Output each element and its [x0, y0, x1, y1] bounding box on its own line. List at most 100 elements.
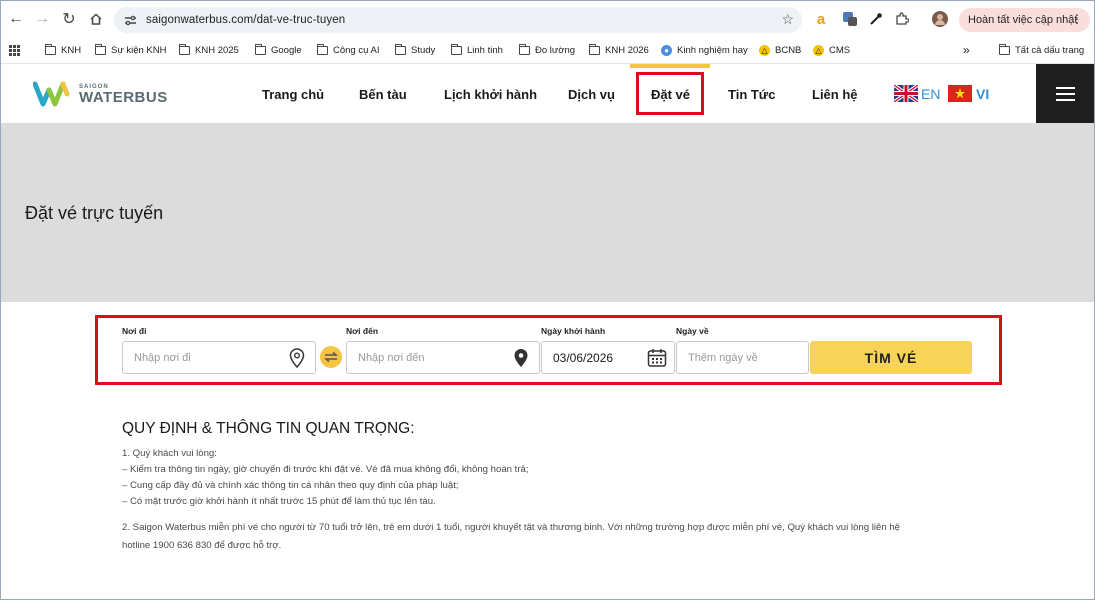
folder-icon — [94, 43, 106, 55]
bookmark-star-icon[interactable]: ☆ — [781, 11, 794, 28]
location-pin-filled-icon — [511, 347, 531, 369]
return-date-input[interactable]: Thêm ngày về — [676, 341, 809, 374]
nav-schedule[interactable]: Lịch khởi hành — [444, 87, 537, 102]
waterbus-logo-icon — [33, 81, 70, 107]
to-placeholder: Nhập nơi đến — [358, 351, 425, 364]
bookmark-site[interactable]: △ BCNB — [759, 40, 801, 60]
depart-date-value: 03/06/2026 — [553, 350, 614, 365]
bookmark-label: Tất cả dấu trang — [1015, 44, 1085, 56]
from-label: Nơi đi — [122, 326, 147, 336]
bookmark-label: KNH 2026 — [605, 44, 649, 56]
extensions-puzzle-icon[interactable] — [893, 10, 911, 28]
nav-contact[interactable]: Liên hệ — [812, 87, 858, 102]
reload-icon[interactable]: ↻ — [56, 6, 82, 32]
folder-icon — [588, 43, 600, 55]
calendar-icon[interactable] — [647, 347, 667, 369]
bookmark-folder[interactable]: Sự kiện KNH — [94, 40, 167, 60]
lang-en-option[interactable]: EN — [894, 85, 940, 102]
bookmark-folder[interactable]: Study — [394, 40, 436, 60]
swap-locations-icon[interactable] — [320, 346, 342, 368]
bookmark-label: Sự kiện KNH — [111, 44, 167, 56]
globe-icon: ● — [661, 44, 672, 56]
to-label: Nơi đến — [346, 326, 379, 336]
return-date-label: Ngày về — [676, 326, 709, 336]
bookmark-label: Đo lường — [535, 44, 576, 56]
apps-grid-icon[interactable] — [9, 40, 20, 60]
bookmark-folder[interactable]: Công cụ AI — [316, 40, 380, 60]
bookmark-label: Linh tinh — [467, 44, 503, 56]
vn-flag-icon — [948, 85, 972, 102]
search-tickets-button[interactable]: TÌM VÉ — [810, 341, 972, 374]
bookmark-folder[interactable]: Linh tinh — [450, 40, 503, 60]
forward-icon[interactable]: → — [29, 6, 55, 32]
more-menu-icon[interactable]: ⋮ — [1071, 12, 1083, 26]
amazon-extension-icon[interactable]: a — [812, 10, 830, 28]
browser-window: ← → ↻ saigonwaterbus.com/dat-ve-truc-tuy… — [0, 0, 1095, 600]
bookmark-folder[interactable]: KNH 2025 — [178, 40, 239, 60]
bookmark-folder[interactable]: Đo lường — [518, 40, 576, 60]
info-line: 1. Quý khách vui lòng: — [122, 448, 217, 459]
info-line: – Kiểm tra thông tin ngày, giờ chuyến đi… — [122, 464, 529, 475]
bookmark-folder[interactable]: Google — [254, 40, 302, 60]
profile-avatar[interactable] — [931, 10, 949, 28]
folder-icon — [254, 43, 266, 55]
depart-date-label: Ngày khởi hành — [541, 326, 606, 336]
eyedropper-extension-icon[interactable] — [867, 10, 885, 28]
bookmark-label: Study — [411, 44, 436, 56]
info-line: 2. Saigon Waterbus miễn phí vé cho người… — [122, 522, 901, 533]
nav-piers[interactable]: Bến tàu — [359, 87, 407, 102]
info-line: hotline 1900 636 830 để được hỗ trợ. — [122, 540, 282, 551]
back-icon[interactable]: ← — [3, 6, 29, 32]
logo-big-text: WATERBUS — [79, 88, 168, 106]
location-pin-icon — [287, 347, 307, 369]
more-bookmarks-button[interactable]: » — [963, 40, 970, 60]
saigon-waterbus-logo[interactable]: SAIGON WATERBUS — [33, 80, 168, 108]
bookmark-label: Công cụ AI — [333, 44, 380, 56]
folder-icon — [518, 43, 530, 55]
home-icon[interactable] — [83, 6, 109, 32]
bookmark-label: Kinh nghiệm hay — [677, 44, 748, 56]
bookmarks-bar: KNH Sự kiện KNH KNH 2025 Google Công cụ … — [1, 39, 1094, 61]
address-bar[interactable]: saigonwaterbus.com/dat-ve-truc-tuyen ☆ — [114, 7, 802, 33]
folder-icon — [998, 43, 1010, 55]
bookmark-site[interactable]: △ CMS — [813, 40, 850, 60]
bookmark-folder[interactable]: KNH 2026 — [588, 40, 649, 60]
bookmark-folder[interactable]: KNH — [44, 40, 82, 60]
hamburger-menu-icon[interactable] — [1036, 64, 1094, 124]
nav-services[interactable]: Dịch vụ — [568, 87, 615, 102]
bookmark-label: KNH 2025 — [195, 44, 239, 56]
lang-vi-label: VI — [976, 85, 990, 102]
update-chrome-button[interactable]: Hoàn tất việc cập nhật ⋮ — [959, 8, 1090, 32]
bookmark-label: KNH — [61, 44, 82, 56]
uk-flag-icon — [894, 85, 918, 102]
folder-icon — [394, 43, 406, 55]
page-banner: Đặt vé trực tuyến — [1, 123, 1094, 302]
url-text: saigonwaterbus.com/dat-ve-truc-tuyen — [146, 14, 346, 26]
site-info-icon[interactable] — [122, 12, 138, 28]
bookmark-label: BCNB — [775, 44, 802, 56]
from-placeholder: Nhập nơi đi — [134, 351, 191, 364]
bookmark-label: CMS — [829, 44, 851, 56]
info-heading: QUY ĐỊNH & THÔNG TIN QUAN TRỌNG: — [122, 420, 415, 437]
to-input[interactable]: Nhập nơi đến — [346, 341, 540, 374]
folder-icon — [178, 43, 190, 55]
nav-home[interactable]: Trang chủ — [262, 87, 324, 102]
return-date-placeholder: Thêm ngày về — [688, 351, 758, 364]
page-title: Đặt vé trực tuyến — [25, 203, 164, 223]
nav-book-ticket-highlight — [636, 72, 704, 115]
runner-icon: △ — [813, 44, 824, 56]
lang-vi-option[interactable]: VI — [948, 85, 989, 102]
browser-toolbar: ← → ↻ saigonwaterbus.com/dat-ve-truc-tuy… — [1, 1, 1094, 37]
folder-icon — [44, 43, 56, 55]
bookmark-site[interactable]: ● Kinh nghiệm hay — [661, 40, 748, 60]
depart-date-input[interactable]: 03/06/2026 — [541, 341, 675, 374]
nav-news[interactable]: Tin Tức — [728, 87, 775, 102]
folder-icon — [316, 43, 328, 55]
bookmark-label: Google — [271, 44, 302, 56]
translate-extension-icon[interactable] — [841, 10, 859, 28]
lang-en-label: EN — [921, 85, 941, 102]
from-input[interactable]: Nhập nơi đi — [122, 341, 316, 374]
folder-icon — [450, 43, 462, 55]
all-bookmarks-folder[interactable]: Tất cả dấu trang — [998, 40, 1085, 60]
active-nav-indicator — [630, 64, 710, 68]
